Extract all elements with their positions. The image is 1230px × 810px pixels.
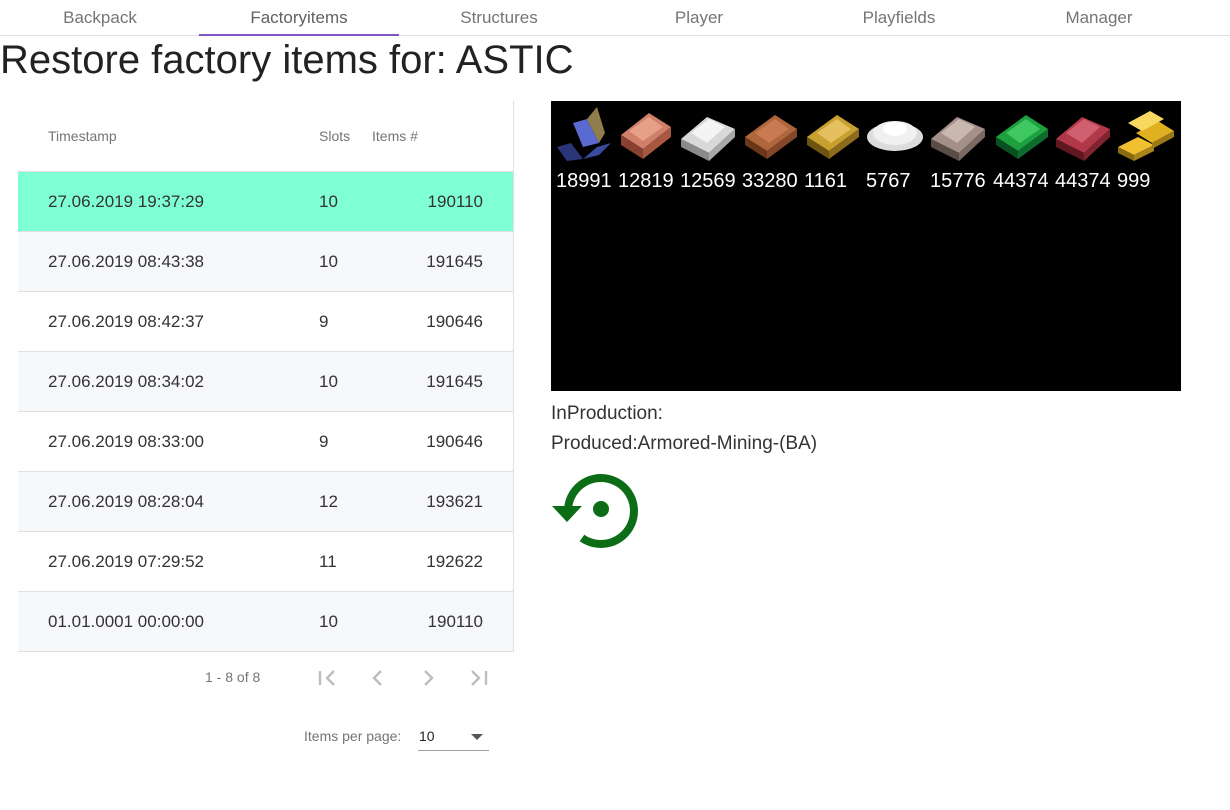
- cell-items: 193621: [426, 492, 483, 511]
- last-page-icon: [471, 670, 488, 686]
- cell-timestamp: 27.06.2019 08:42:37: [48, 312, 204, 331]
- items-per-page-value: 10: [419, 728, 435, 744]
- table-row[interactable]: 27.06.2019 08:34:02 10 191645: [18, 351, 513, 411]
- cell-items: 191645: [426, 372, 483, 391]
- cell-timestamp: 27.06.2019 07:29:52: [48, 552, 204, 571]
- neodymium-ingot-icon: [931, 117, 985, 161]
- item-count: 18991: [556, 170, 612, 192]
- tab-player[interactable]: Player: [599, 0, 799, 35]
- paginator: 1 - 8 of 8: [18, 658, 513, 698]
- first-page-icon: [318, 670, 335, 686]
- last-page-button[interactable]: [464, 664, 492, 692]
- tab-bar: Backpack Factoryitems Structures Player …: [0, 0, 1230, 36]
- chevron-down-icon: [471, 734, 483, 740]
- tab-backpack[interactable]: Backpack: [0, 0, 200, 35]
- items-per-page-select[interactable]: 10: [418, 724, 489, 751]
- cell-items: 190110: [427, 612, 483, 631]
- item-slot[interactable]: 1161: [801, 101, 863, 201]
- produced-text: Produced:Armored-Mining-(BA): [551, 433, 818, 454]
- cell-timestamp: 27.06.2019 08:34:02: [48, 372, 204, 391]
- cell-timestamp: 27.06.2019 19:37:29: [48, 192, 204, 211]
- cell-slots: 12: [319, 492, 338, 511]
- paginator-range: 1 - 8 of 8: [205, 669, 261, 685]
- item-slot[interactable]: 44374: [1052, 101, 1114, 201]
- item-count: 999: [1117, 170, 1151, 192]
- zascosium-ingot-icon: [1056, 117, 1110, 161]
- item-count: 12819: [618, 170, 674, 192]
- silver-ingot-icon: [681, 117, 735, 161]
- cell-items: 190110: [427, 192, 483, 211]
- cell-slots: 11: [319, 552, 337, 571]
- iron-ingot-icon: [557, 107, 611, 161]
- cell-slots: 9: [319, 312, 329, 331]
- item-count: 15776: [930, 170, 986, 192]
- factory-item-grid: 18991 12819 12569 33280 1161 5767 15776 …: [551, 101, 1181, 391]
- item-slot[interactable]: 12569: [677, 101, 739, 201]
- item-count: 44374: [1055, 170, 1111, 192]
- items-per-page-label: Items per page:: [304, 728, 402, 744]
- previous-page-icon: [372, 670, 382, 686]
- tab-factoryitems[interactable]: Factoryitems: [199, 0, 399, 36]
- cell-items: 192622: [426, 552, 483, 571]
- item-slot[interactable]: 18991: [553, 101, 615, 201]
- item-count: 5767: [866, 170, 911, 192]
- cell-slots: 10: [319, 612, 338, 631]
- next-page-button[interactable]: [414, 664, 442, 692]
- tab-manager[interactable]: Manager: [999, 0, 1199, 35]
- table-row[interactable]: 27.06.2019 08:42:37 9 190646: [18, 291, 513, 351]
- item-slot[interactable]: 999: [1114, 101, 1176, 201]
- header-items[interactable]: Items #: [372, 128, 418, 144]
- table-header: Timestamp Slots Items #: [18, 101, 513, 171]
- cell-items: 190646: [426, 312, 483, 331]
- table-row[interactable]: 27.06.2019 08:43:38 10 191645: [18, 231, 513, 291]
- first-page-button[interactable]: [314, 664, 342, 692]
- gold-ingot-icon: [1118, 111, 1174, 161]
- item-count: 44374: [993, 170, 1049, 192]
- previous-page-button[interactable]: [364, 664, 392, 692]
- silicon-powder-icon: [867, 121, 923, 151]
- table-row[interactable]: 27.06.2019 08:28:04 12 193621: [18, 471, 513, 531]
- gold-bar-icon: [807, 115, 859, 159]
- item-slot[interactable]: 33280: [739, 101, 801, 201]
- cell-timestamp: 27.06.2019 08:33:00: [48, 432, 204, 451]
- tab-playfields[interactable]: Playfields: [799, 0, 999, 35]
- cell-timestamp: 01.01.0001 00:00:00: [48, 612, 204, 631]
- table-row[interactable]: 27.06.2019 08:33:00 9 190646: [18, 411, 513, 471]
- item-slot[interactable]: 12819: [615, 101, 677, 201]
- cell-items: 191645: [426, 252, 483, 271]
- table-row[interactable]: 27.06.2019 19:37:29 10 190110: [18, 171, 513, 231]
- tab-structures[interactable]: Structures: [399, 0, 599, 35]
- item-slot[interactable]: 44374: [990, 101, 1052, 201]
- cell-timestamp: 27.06.2019 08:28:04: [48, 492, 204, 511]
- factory-snapshot-table: Timestamp Slots Items # 27.06.2019 19:37…: [18, 101, 514, 652]
- cell-slots: 10: [319, 372, 338, 391]
- cell-slots: 10: [319, 252, 338, 271]
- item-count: 12569: [680, 170, 736, 192]
- restore-button[interactable]: [548, 468, 642, 552]
- erestrum-ingot-icon: [996, 115, 1048, 159]
- header-timestamp[interactable]: Timestamp: [48, 128, 117, 144]
- cell-items: 190646: [426, 432, 483, 451]
- copper-ingot-icon: [621, 113, 671, 159]
- item-slot[interactable]: 5767: [863, 101, 925, 201]
- table-row[interactable]: 01.01.0001 00:00:00 10 190110: [18, 591, 513, 651]
- cobalt-ingot-icon: [745, 115, 797, 159]
- in-production-text: InProduction:: [551, 403, 663, 424]
- page-title: Restore factory items for: ASTIC: [0, 38, 574, 82]
- cell-timestamp: 27.06.2019 08:43:38: [48, 252, 204, 271]
- table-row[interactable]: 27.06.2019 07:29:52 11 192622: [18, 531, 513, 591]
- item-slot[interactable]: 15776: [927, 101, 989, 201]
- cell-slots: 10: [319, 192, 338, 211]
- restore-icon: [552, 474, 638, 548]
- next-page-icon: [424, 670, 434, 686]
- item-count: 33280: [742, 170, 798, 192]
- cell-slots: 9: [319, 432, 329, 451]
- header-slots[interactable]: Slots: [319, 128, 350, 144]
- item-count: 1161: [804, 170, 848, 192]
